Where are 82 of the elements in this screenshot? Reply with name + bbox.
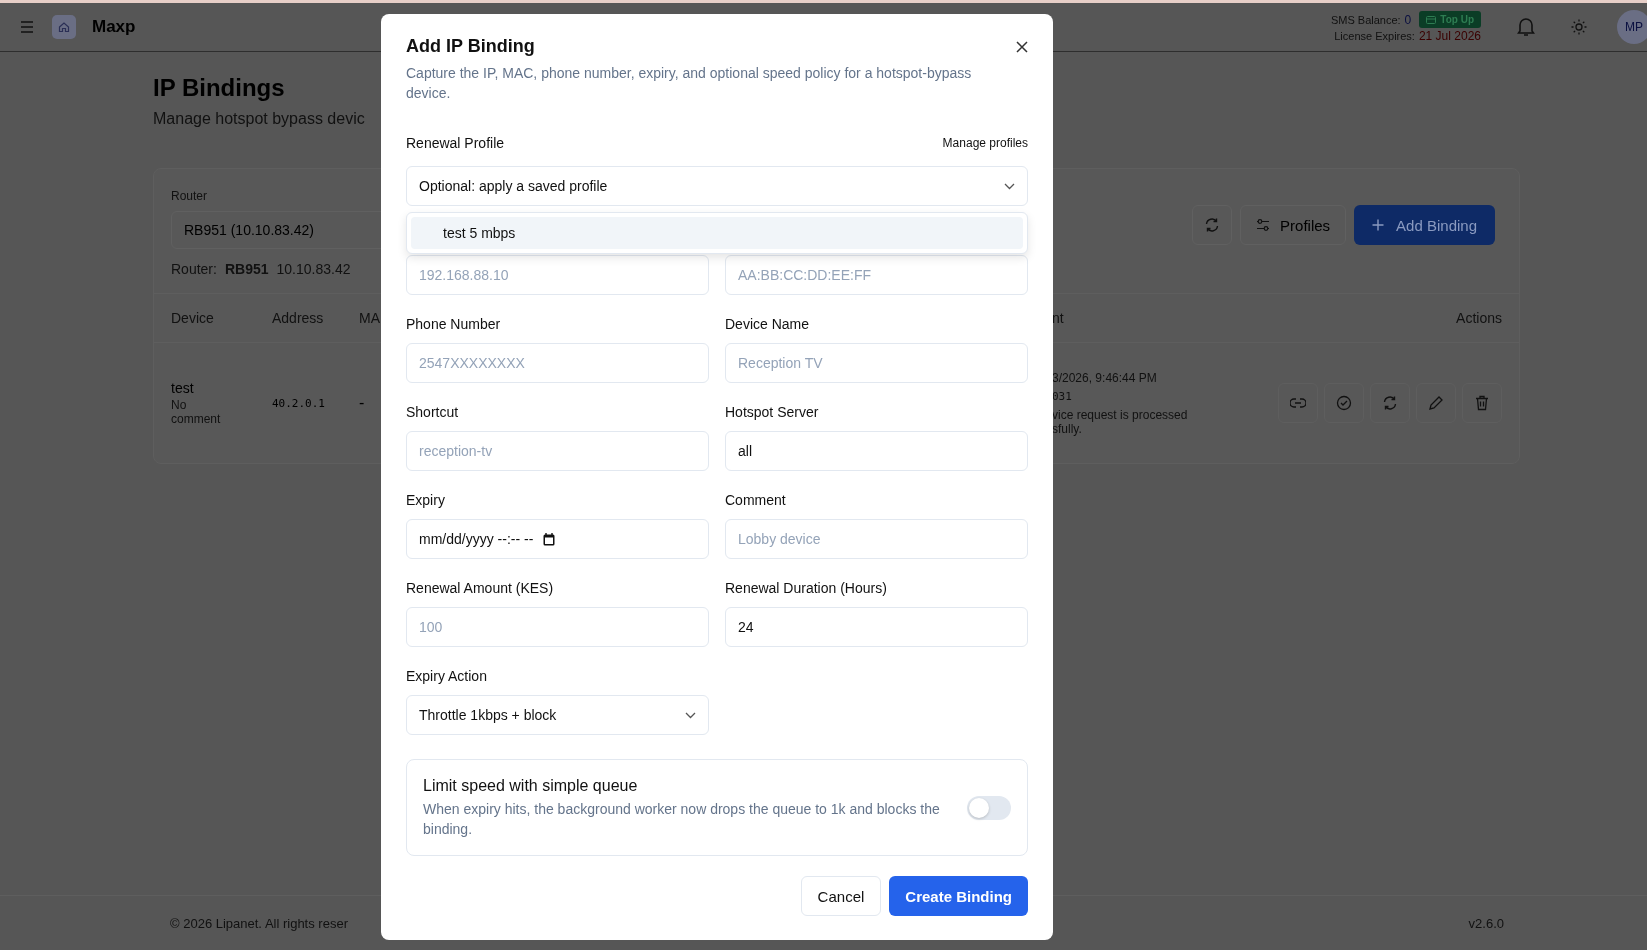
page-title: IP Bindings [153,74,285,102]
dropdown-option[interactable]: test 5 mbps [411,217,1023,249]
field-label: Hotspot Server [725,403,820,422]
link-icon [1290,398,1306,408]
link-button[interactable] [1278,383,1318,423]
field-label: Expiry Action [406,667,488,686]
refresh-icon [1382,395,1398,411]
field-label: Device Name [725,315,811,334]
dialog-description: Capture the IP, MAC, phone number, expiry, and optional speed policy for a hotspot-bypass device. [406,64,973,103]
date-field[interactable]: mm/dd/yyyy --:-- -- [406,519,709,559]
refresh-button[interactable] [1192,205,1233,245]
queue-title: Limit speed with simple queue [423,777,639,795]
router-ip: 10.10.83.42 [276,261,351,277]
check-circle-icon [1336,395,1352,411]
app-name: Maxp [92,17,136,37]
refresh-icon [1204,217,1221,233]
router-info-label: Router: [171,261,217,277]
sun-icon[interactable] [1571,19,1587,35]
field-label: Phone Number [406,315,502,334]
pencil-icon [1428,395,1444,411]
table-cell-text: 40.2.0.1 [272,396,326,410]
sliders-icon [1256,218,1271,232]
select-field[interactable]: Throttle 1kbps + block [406,695,709,735]
page-subtitle: Manage hotspot bypass devic [153,110,365,128]
calendar-icon [543,532,556,546]
input-field[interactable]: 100 [406,607,709,647]
delete-button[interactable] [1462,383,1502,423]
copyright-text: © 2026 Lipanet. All rights reser [170,915,348,931]
router-label: Router [171,189,208,203]
bell-icon[interactable] [1517,17,1535,37]
user-avatar[interactable]: MP [1617,10,1647,44]
field-label: Renewal Duration (Hours) [725,579,888,598]
approve-button[interactable] [1324,383,1364,423]
column-header: Device [171,310,215,326]
column-header: Actions [1455,310,1502,326]
create-binding-button[interactable]: Create Binding [889,876,1028,916]
refresh-button[interactable] [1370,383,1410,423]
input-field[interactable]: reception-tv [406,431,709,471]
plus-icon [1372,219,1385,231]
field-label: Comment [725,491,787,510]
license-date: 21 Jul 2026 [1418,29,1481,43]
field-label: Shortcut [406,403,460,422]
card-icon [1426,15,1437,24]
profile-select[interactable]: Optional: apply a saved profile [406,166,1028,206]
table-cell-text: - [359,394,366,412]
input-field[interactable]: 24 [725,607,1028,647]
code-text: 031 [1052,389,1073,403]
version-text: v2.6.0 [1468,915,1504,931]
column-header: Address [272,310,325,326]
queue-description: When expiry hits, the background worker now drops the queue to 1k and blocks the binding. [423,800,941,839]
column-header: MA [359,310,379,326]
license-label: License Expires: [1334,30,1415,42]
home-icon[interactable] [52,15,76,39]
device-comment: No comment [171,398,222,426]
input-field[interactable]: Reception TV [725,343,1028,383]
cancel-button[interactable]: Cancel [800,876,882,916]
input-field[interactable]: all [725,431,1028,471]
message-text: vice request is processed [1052,407,1189,422]
device-name: test [171,380,195,396]
router-name: RB951 [224,261,269,277]
close-icon[interactable] [1016,40,1028,53]
field-label: Expiry [406,491,446,510]
sms-balance: 0 [1404,12,1412,27]
dialog-title: Add IP Binding [406,36,535,57]
add-binding-button[interactable]: Add Binding [1354,205,1495,245]
timestamp: 3/2026, 9:46:44 PM [1052,370,1158,385]
manage-profiles-link[interactable]: Manage profiles [942,136,1028,150]
message-text: sfully. [1052,421,1082,436]
chevron-icon [1004,182,1015,190]
toggle-switch[interactable] [967,796,1011,820]
field-label: Renewal Amount (KES) [406,579,555,598]
field-label: Renewal Profile [406,134,505,153]
menu-icon[interactable] [20,21,34,33]
edit-button[interactable] [1416,383,1456,423]
input-field[interactable]: AA:BB:CC:DD:EE:FF [725,255,1028,295]
column-header: nt [1052,310,1065,326]
input-field[interactable]: 2547XXXXXXXX [406,343,709,383]
input-field[interactable]: 192.168.88.10 [406,255,709,295]
input-field[interactable]: Lobby device [725,519,1028,559]
sms-balance-label: SMS Balance: [1330,13,1401,26]
trash-icon [1475,395,1489,411]
chevron-icon [685,711,696,719]
